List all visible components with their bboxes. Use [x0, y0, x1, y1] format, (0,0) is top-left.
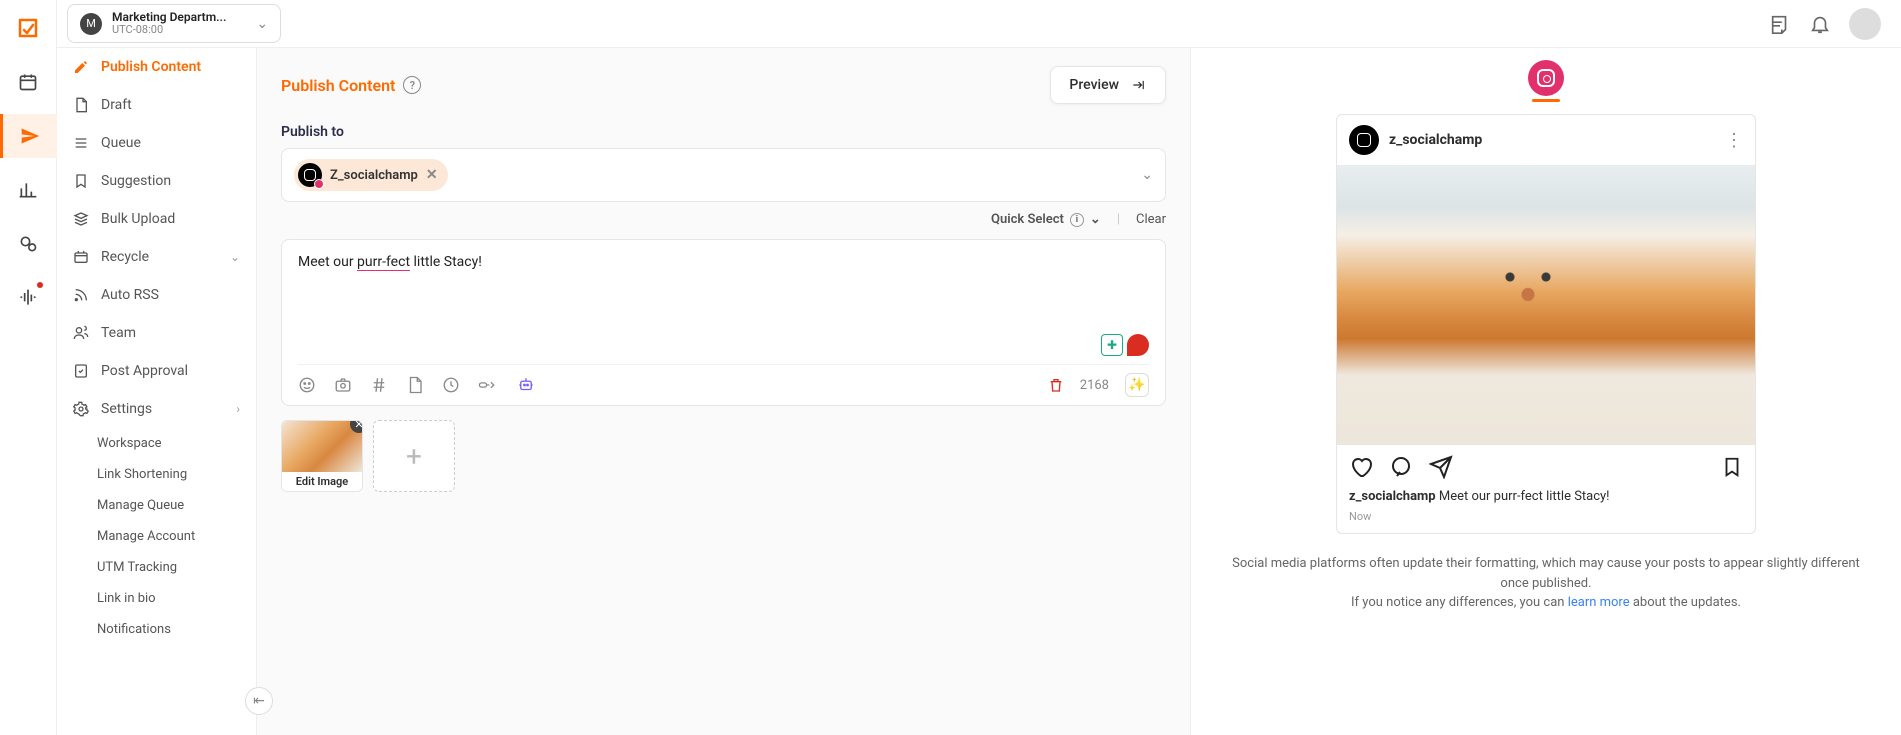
- camera-icon[interactable]: [334, 376, 352, 394]
- preview-panel: z_socialchamp ⋮ z_socialchamp Meet our p…: [1191, 48, 1901, 735]
- add-media-button[interactable]: +: [373, 420, 455, 492]
- trash-icon[interactable]: [1048, 377, 1064, 393]
- notes-icon[interactable]: [1769, 13, 1791, 35]
- chevron-down-icon: ⌄: [256, 16, 268, 32]
- sidebar-item-label: Post Approval: [101, 363, 188, 379]
- sidebar-item-label: Suggestion: [101, 173, 171, 189]
- preview-username: z_socialchamp: [1389, 132, 1482, 148]
- clear-button[interactable]: Clear: [1136, 212, 1166, 227]
- sidebar-item-publish-content[interactable]: Publish Content: [57, 48, 256, 86]
- emoji-icon[interactable]: [298, 376, 316, 394]
- collapse-sidebar-button[interactable]: ⇤: [245, 687, 273, 715]
- rail-publish-icon[interactable]: [0, 114, 57, 158]
- account-name: Z_socialchamp: [330, 168, 418, 183]
- sidebar-item-label: Recycle: [101, 249, 149, 265]
- sidebar-item-bulk-upload[interactable]: Bulk Upload: [57, 200, 256, 238]
- workspace-avatar: M: [80, 13, 102, 35]
- help-icon[interactable]: ?: [403, 76, 421, 94]
- preview-caption: z_socialchamp Meet our purr-fect little …: [1337, 489, 1755, 510]
- instagram-icon: [1349, 125, 1379, 155]
- learn-more-link[interactable]: learn more: [1568, 595, 1630, 610]
- sidebar-item-queue[interactable]: Queue: [57, 124, 256, 162]
- sidebar-item-label: Queue: [101, 135, 141, 151]
- page-title: Publish Content?: [281, 76, 421, 95]
- sidebar-item-team[interactable]: Team: [57, 314, 256, 352]
- rail-calendar-icon[interactable]: [0, 60, 57, 104]
- rail-engage-icon[interactable]: [0, 222, 57, 266]
- bookmark-icon[interactable]: [1721, 456, 1743, 478]
- link-icon[interactable]: [478, 376, 498, 394]
- tab-instagram[interactable]: [1528, 60, 1564, 96]
- ai-icon[interactable]: [516, 376, 536, 394]
- media-thumbnail[interactable]: Edit Image ✕: [281, 420, 363, 492]
- sidebar-item-label: Draft: [101, 97, 132, 113]
- share-icon[interactable]: [1429, 455, 1453, 479]
- bell-icon[interactable]: [1809, 13, 1831, 35]
- app-logo[interactable]: [14, 14, 42, 42]
- char-count: 2168: [1080, 378, 1109, 393]
- sidebar-item-auto-rss[interactable]: Auto RSS: [57, 276, 256, 314]
- preview-image: [1337, 165, 1755, 445]
- caption-editor[interactable]: Meet our purr-fect little Stacy! ✚: [281, 239, 1166, 406]
- instagram-icon: [298, 163, 322, 187]
- sidebar-item-suggestion[interactable]: Suggestion: [57, 162, 256, 200]
- sidebar-item-label: Auto RSS: [101, 287, 159, 303]
- quick-select-button[interactable]: Quick Select i ⌄: [991, 212, 1101, 227]
- disclaimer-text: Social media platforms often update thei…: [1221, 554, 1871, 613]
- heart-icon[interactable]: [1349, 455, 1373, 479]
- sidebar-item-label: Team: [101, 325, 136, 341]
- sidebar-sub-notifications[interactable]: Notifications: [57, 614, 256, 645]
- sidebar-item-recycle[interactable]: Recycle ⌄: [57, 238, 256, 276]
- publish-to-label: Publish to: [281, 124, 1166, 140]
- magic-wand-icon[interactable]: ✨: [1125, 373, 1149, 397]
- rail-listen-icon[interactable]: [0, 276, 57, 320]
- chevron-right-icon: ›: [236, 402, 240, 416]
- sidebar-sub-manage-queue[interactable]: Manage Queue: [57, 490, 256, 521]
- edit-image-label[interactable]: Edit Image: [282, 472, 362, 491]
- icon-rail: [0, 0, 57, 735]
- sidebar-item-settings[interactable]: Settings ›: [57, 390, 256, 428]
- workspace-timezone: UTC-08:00: [112, 24, 226, 36]
- sidebar-item-post-approval[interactable]: Post Approval: [57, 352, 256, 390]
- composer-panel: Publish Content? Preview Publish to Z_so…: [257, 48, 1191, 735]
- hashtag-icon[interactable]: [370, 376, 388, 394]
- document-icon[interactable]: [406, 376, 424, 394]
- sidebar-item-label: Publish Content: [101, 59, 201, 75]
- chevron-down-icon[interactable]: ⌄: [1141, 167, 1153, 183]
- sidebar-item-draft[interactable]: Draft: [57, 86, 256, 124]
- preview-button[interactable]: Preview: [1050, 66, 1166, 104]
- sidebar-item-label: Settings: [101, 401, 152, 417]
- uploaded-image: [282, 421, 362, 473]
- publish-to-selector[interactable]: Z_socialchamp ✕ ⌄: [281, 148, 1166, 202]
- error-badge-icon[interactable]: [1127, 334, 1149, 356]
- sidebar-sub-link-shortening[interactable]: Link Shortening: [57, 459, 256, 490]
- sidebar-sub-utm-tracking[interactable]: UTM Tracking: [57, 552, 256, 583]
- remove-account-icon[interactable]: ✕: [426, 167, 438, 183]
- more-icon[interactable]: ⋮: [1725, 136, 1743, 145]
- top-bar: M Marketing Departm... UTC-08:00 ⌄: [57, 0, 1901, 48]
- user-avatar[interactable]: [1849, 8, 1881, 40]
- sidebar-sub-link-in-bio[interactable]: Link in bio: [57, 583, 256, 614]
- caption-text[interactable]: Meet our purr-fect little Stacy!: [298, 254, 1149, 334]
- chevron-down-icon: ⌄: [230, 250, 240, 264]
- chevron-down-icon: ⌄: [1090, 212, 1101, 227]
- preview-timestamp: Now: [1337, 510, 1755, 533]
- clock-icon[interactable]: [442, 376, 460, 394]
- workspace-selector[interactable]: M Marketing Departm... UTC-08:00 ⌄: [67, 4, 281, 43]
- grammar-badge-icon[interactable]: ✚: [1101, 334, 1123, 356]
- comment-icon[interactable]: [1389, 455, 1413, 479]
- account-chip: Z_socialchamp ✕: [294, 159, 448, 191]
- info-icon: i: [1070, 213, 1084, 227]
- sidebar-item-label: Bulk Upload: [101, 211, 175, 227]
- instagram-preview-card: z_socialchamp ⋮ z_socialchamp Meet our p…: [1336, 114, 1756, 534]
- sidebar: Publish Content Draft Queue Suggestion B…: [57, 0, 257, 735]
- sidebar-sub-manage-account[interactable]: Manage Account: [57, 521, 256, 552]
- rail-analytics-icon[interactable]: [0, 168, 57, 212]
- sidebar-sub-workspace[interactable]: Workspace: [57, 428, 256, 459]
